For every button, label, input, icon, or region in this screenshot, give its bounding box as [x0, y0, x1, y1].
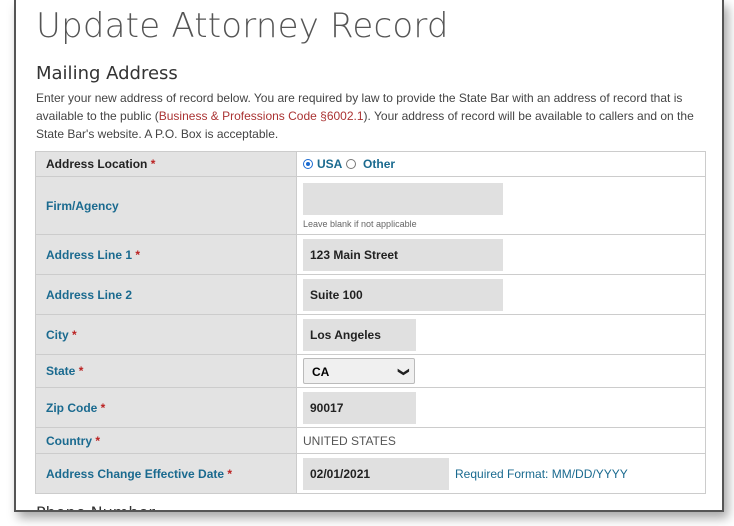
page-title: Update Attorney Record: [36, 6, 449, 46]
label-address-location: Address Location *: [35, 151, 297, 177]
row-city: City * Los Angeles: [35, 314, 706, 355]
label-state: State *: [35, 354, 297, 388]
intro-text: Enter your new address of record below. …: [36, 89, 696, 143]
radio-unselected-icon[interactable]: [345, 159, 356, 169]
label-zip: Zip Code *: [35, 387, 297, 428]
effective-date-input[interactable]: 02/01/2021: [303, 457, 449, 490]
row-line1: Address Line 1 * 123 Main Street: [35, 234, 706, 275]
next-section-title-partial: Phone Number: [36, 503, 155, 510]
row-effective-date: Address Change Effective Date * 02/01/20…: [35, 453, 706, 494]
address-line1-input[interactable]: 123 Main Street: [303, 238, 503, 271]
bp-code-link[interactable]: Business & Professions Code §6002.1: [159, 109, 364, 123]
radio-usa-label[interactable]: USA: [317, 157, 342, 171]
row-state: State * CA ❯: [35, 354, 706, 388]
country-value: UNITED STATES: [303, 433, 396, 448]
chevron-down-icon: ❯: [397, 367, 410, 377]
state-select[interactable]: CA ❯: [303, 358, 415, 384]
firm-hint: Leave blank if not applicable: [303, 218, 417, 229]
row-firm: Firm/Agency Leave blank if not applicabl…: [35, 176, 706, 235]
firm-cell: Leave blank if not applicable: [296, 176, 706, 235]
radio-selected-icon[interactable]: [303, 159, 313, 169]
label-country: Country *: [35, 427, 297, 454]
city-input[interactable]: Los Angeles: [303, 318, 416, 351]
row-zip: Zip Code * 90017: [35, 387, 706, 428]
label-line2: Address Line 2: [35, 274, 297, 315]
radio-other-label[interactable]: Other: [363, 157, 395, 171]
address-location-radios: USA Other: [296, 151, 706, 177]
page-frame: Update Attorney Record Mailing Address E…: [14, 0, 724, 512]
firm-input[interactable]: [303, 182, 503, 215]
label-firm: Firm/Agency: [35, 176, 297, 235]
address-form: Address Location * USA Other Firm/Agency…: [35, 151, 706, 494]
label-city: City *: [35, 314, 297, 355]
label-effective-date: Address Change Effective Date *: [35, 453, 297, 494]
row-country: Country * UNITED STATES: [35, 427, 706, 454]
required-marker: *: [150, 157, 156, 171]
label-line1: Address Line 1 *: [35, 234, 297, 275]
address-line2-input[interactable]: Suite 100: [303, 278, 503, 311]
state-select-value: CA: [312, 365, 330, 379]
row-address-location: Address Location * USA Other: [35, 151, 706, 177]
date-format-hint: Required Format: MM/DD/YYYY: [455, 466, 628, 481]
row-line2: Address Line 2 Suite 100: [35, 274, 706, 315]
section-title: Mailing Address: [36, 63, 178, 84]
zip-input[interactable]: 90017: [303, 391, 416, 424]
